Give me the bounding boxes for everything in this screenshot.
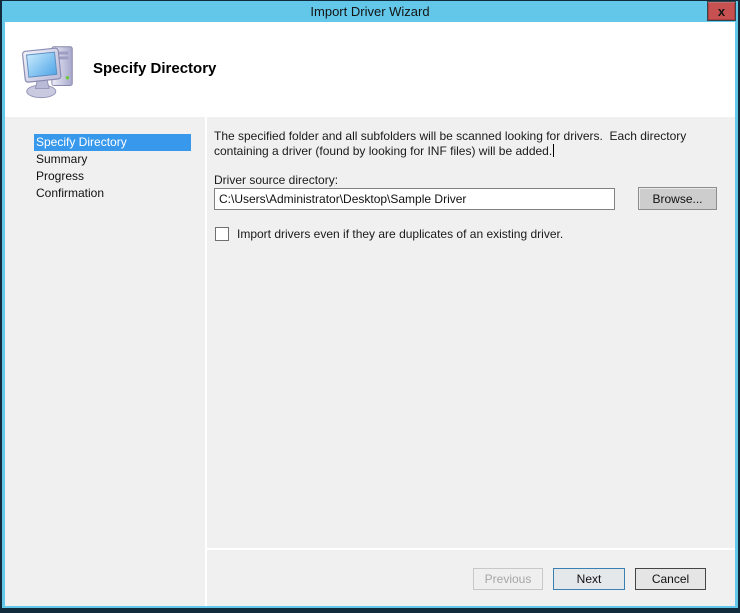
driver-source-directory-input[interactable] [214, 188, 615, 210]
sidebar-item-summary[interactable]: Summary [34, 151, 191, 168]
sidebar-item-confirmation[interactable]: Confirmation [34, 185, 191, 202]
computer-icon [18, 40, 80, 102]
wizard-header: Specify Directory [5, 22, 735, 117]
driver-source-directory-label: Driver source directory: [214, 173, 338, 187]
duplicates-checkbox-label: Import drivers even if they are duplicat… [237, 227, 563, 241]
previous-button: Previous [473, 568, 543, 590]
window-title: Import Driver Wizard [0, 4, 740, 19]
close-button[interactable]: x [707, 1, 736, 21]
duplicates-option-row: Import drivers even if they are duplicat… [215, 227, 563, 241]
footer-bar: Previous Next Cancel [5, 550, 735, 606]
sidebar-item-specify-directory[interactable]: Specify Directory [34, 134, 191, 151]
next-button[interactable]: Next [553, 568, 625, 590]
cancel-button[interactable]: Cancel [635, 568, 706, 590]
wizard-steps-sidebar: Specify Directory Summary Progress Confi… [5, 117, 205, 606]
sidebar-item-progress[interactable]: Progress [34, 168, 191, 185]
main-panel: The specified folder and all subfolders … [207, 117, 735, 548]
text-caret [553, 144, 554, 157]
titlebar[interactable]: Import Driver Wizard x [0, 0, 740, 22]
client-area: Specify Directory Specify Directory Summ… [5, 22, 735, 606]
browse-button[interactable]: Browse... [638, 187, 717, 210]
description-text: The specified folder and all subfolders … [214, 129, 711, 159]
page-title: Specify Directory [93, 60, 216, 77]
import-driver-wizard-window: Import Driver Wizard x [0, 0, 740, 613]
close-icon: x [718, 5, 725, 18]
duplicates-checkbox[interactable] [215, 227, 229, 241]
